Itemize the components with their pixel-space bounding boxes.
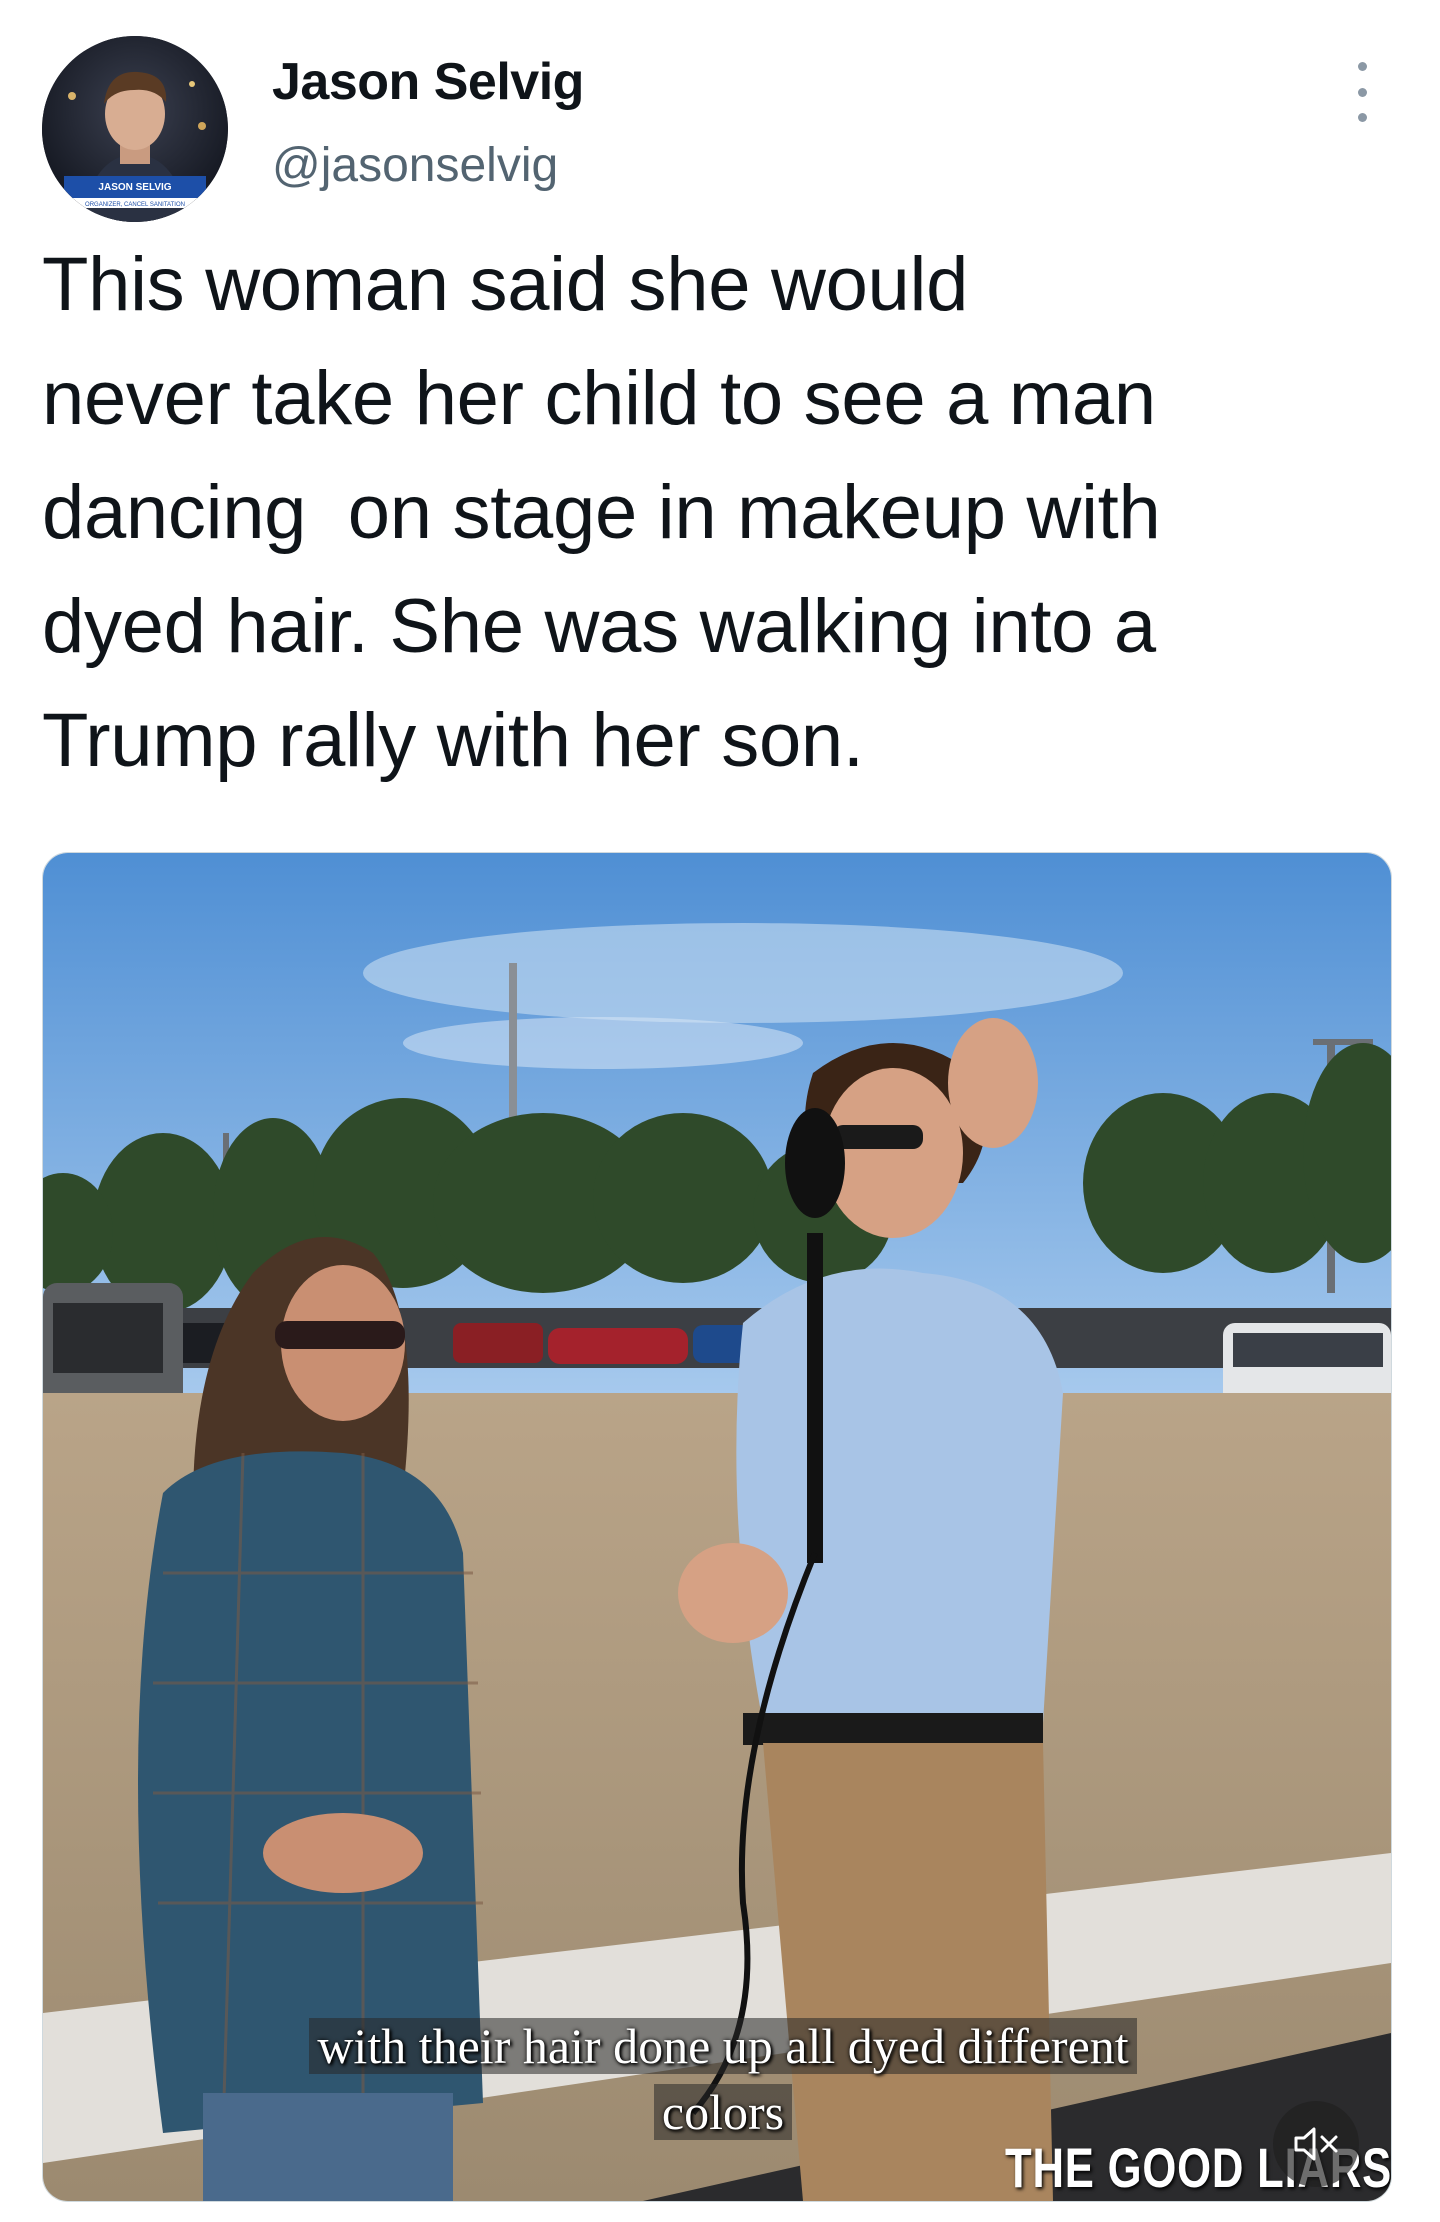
more-options-icon[interactable]: [1342, 62, 1382, 122]
tweet-video[interactable]: with their hair done up all dyed differe…: [42, 852, 1392, 2202]
avatar-image: JASON SELVIG ORGANIZER, CANCEL SANITATIO…: [42, 36, 228, 222]
caption-line-2: colors: [653, 2084, 793, 2140]
more-dot: [1357, 62, 1367, 71]
speaker-muted-icon: [1294, 2127, 1338, 2161]
author-handle[interactable]: @jasonselvig: [272, 138, 558, 193]
author-name[interactable]: Jason Selvig: [272, 52, 584, 112]
caption-line-1: with their hair done up all dyed differe…: [309, 2018, 1137, 2074]
more-dot: [1357, 113, 1367, 122]
video-caption: with their hair done up all dyed differe…: [223, 2013, 1223, 2145]
video-frame: [43, 853, 1391, 2201]
avatar-subcaption: ORGANIZER, CANCEL SANITATION: [85, 202, 185, 208]
tweet-text: This woman said she would never take her…: [42, 242, 1161, 783]
more-dot: [1357, 87, 1367, 97]
avatar[interactable]: JASON SELVIG ORGANIZER, CANCEL SANITATIO…: [42, 36, 228, 222]
mute-button[interactable]: [1273, 2101, 1359, 2187]
avatar-caption: JASON SELVIG: [98, 182, 171, 193]
